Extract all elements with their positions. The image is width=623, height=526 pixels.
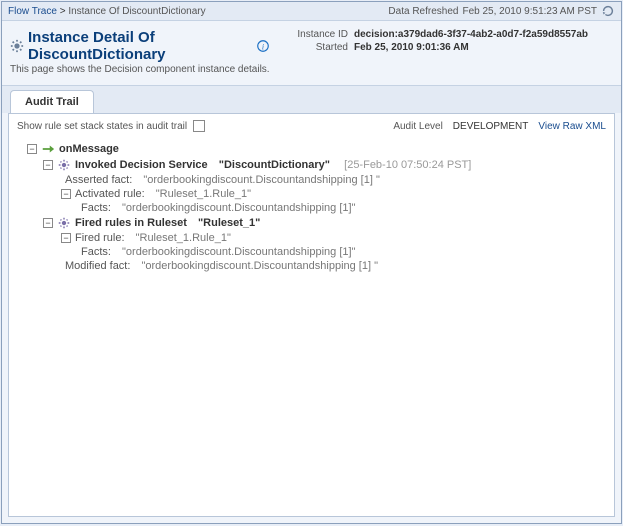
invoked-timestamp: [25-Feb-10 07:50:24 PST] bbox=[344, 159, 471, 171]
instance-id-value: decision:a379dad6-3f37-4ab2-a0d7-f2a59d8… bbox=[354, 29, 588, 40]
page-title: Instance Detail Of DiscountDictionary bbox=[28, 29, 252, 63]
refresh-timestamp: Feb 25, 2010 9:51:23 AM PST bbox=[462, 6, 597, 17]
gear-small-icon bbox=[57, 158, 71, 172]
tree-node-activated: − Activated rule: "Ruleset_1.Rule_1" bbox=[61, 188, 606, 200]
onmessage-label: onMessage bbox=[59, 143, 119, 155]
fired-ruleset-name: "Ruleset_1" bbox=[198, 217, 260, 229]
breadcrumb: Flow Trace > Instance Of DiscountDiction… bbox=[8, 6, 206, 17]
info-icon[interactable]: i bbox=[256, 39, 270, 53]
gear-icon bbox=[10, 39, 24, 53]
fired-rule-value: "Ruleset_1.Rule_1" bbox=[136, 232, 231, 244]
fired-facts-value: "orderbookingdiscount.Discountandshippin… bbox=[122, 246, 355, 258]
tree-node-activated-facts: Facts: "orderbookingdiscount.Discountand… bbox=[81, 202, 606, 214]
activated-value: "Ruleset_1.Rule_1" bbox=[156, 188, 251, 200]
svg-text:i: i bbox=[262, 43, 264, 52]
tree-node-fired-ruleset: − Fired rules in Ruleset "Ruleset_1" bbox=[43, 216, 606, 230]
tree-node-fired-rule: − Fired rule: "Ruleset_1.Rule_1" bbox=[61, 232, 606, 244]
asserted-label: Asserted fact: bbox=[65, 174, 132, 186]
fired-facts-label: Facts: bbox=[81, 246, 111, 258]
breadcrumb-flow-trace[interactable]: Flow Trace bbox=[8, 6, 57, 17]
fired-rule-label: Fired rule: bbox=[75, 232, 125, 244]
audit-level-label: Audit Level bbox=[393, 121, 442, 132]
fired-ruleset-label: Fired rules in Ruleset bbox=[75, 217, 187, 229]
tree-node-fired-facts: Facts: "orderbookingdiscount.Discountand… bbox=[81, 246, 606, 258]
breadcrumb-current: Instance Of DiscountDictionary bbox=[68, 6, 205, 17]
stack-states-label: Show rule set stack states in audit trai… bbox=[17, 121, 187, 132]
expand-icon[interactable]: − bbox=[61, 189, 71, 199]
started-value: Feb 25, 2010 9:01:36 AM bbox=[354, 42, 469, 53]
tree-node-asserted: Asserted fact: "orderbookingdiscount.Dis… bbox=[65, 174, 606, 186]
started-label: Started bbox=[280, 42, 348, 53]
instance-id-label: Instance ID bbox=[280, 29, 348, 40]
invoked-label: Invoked Decision Service bbox=[75, 159, 208, 171]
audit-content: Show rule set stack states in audit trai… bbox=[8, 113, 615, 517]
activated-facts-label: Facts: bbox=[81, 202, 111, 214]
expand-icon[interactable]: − bbox=[27, 144, 37, 154]
activated-facts-value: "orderbookingdiscount.Discountandshippin… bbox=[122, 202, 355, 214]
activated-label: Activated rule: bbox=[75, 188, 145, 200]
tree-node-modified: Modified fact: "orderbookingdiscount.Dis… bbox=[65, 260, 606, 272]
expand-icon[interactable]: − bbox=[61, 233, 71, 243]
refresh-label: Data Refreshed bbox=[388, 6, 458, 17]
gear-small-icon bbox=[57, 216, 71, 230]
stack-states-checkbox[interactable] bbox=[193, 120, 205, 132]
tree-node-onmessage: − onMessage bbox=[27, 142, 606, 156]
audit-level-value: DEVELOPMENT bbox=[453, 121, 529, 132]
modified-value: "orderbookingdiscount.Discountandshippin… bbox=[141, 260, 378, 272]
breadcrumb-sep: > bbox=[60, 6, 66, 17]
tree-node-invoked: − Invoked Decision Service "DiscountDict… bbox=[43, 158, 606, 172]
page-subtitle: This page shows the Decision component i… bbox=[10, 64, 270, 75]
asserted-value: "orderbookingdiscount.Discountandshippin… bbox=[143, 174, 380, 186]
tab-audit-trail[interactable]: Audit Trail bbox=[10, 90, 94, 113]
refresh-icon[interactable] bbox=[601, 4, 615, 18]
invoked-name: "DiscountDictionary" bbox=[219, 159, 330, 171]
audit-tree: − onMessage − Invoked Decision Service "… bbox=[17, 142, 606, 272]
expand-icon[interactable]: − bbox=[43, 160, 53, 170]
modified-label: Modified fact: bbox=[65, 260, 130, 272]
view-raw-xml-link[interactable]: View Raw XML bbox=[538, 121, 606, 132]
expand-icon[interactable]: − bbox=[43, 218, 53, 228]
arrow-right-icon bbox=[41, 142, 55, 156]
